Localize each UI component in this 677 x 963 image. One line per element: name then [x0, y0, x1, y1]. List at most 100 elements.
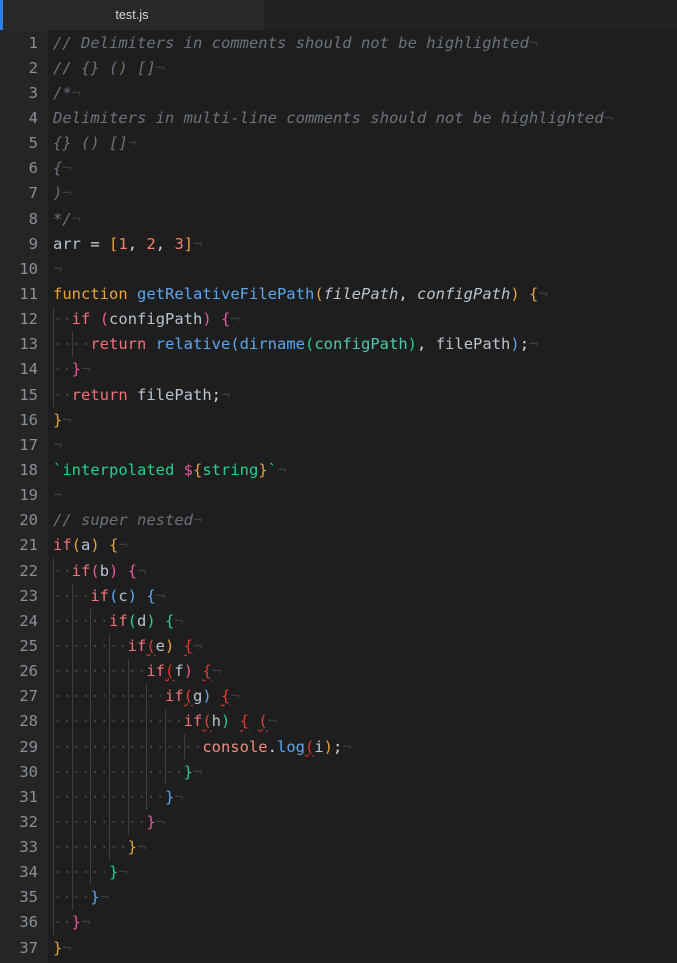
code-text: ··············}¬ [53, 762, 203, 781]
code-line[interactable]: 18 `interpolated ${string}`¬ [0, 457, 677, 482]
code-text: ··············if(h) { (¬ [53, 712, 278, 731]
code-line[interactable]: 4 Delimiters in multi-line comments shoul… [0, 105, 677, 130]
code-line[interactable]: 31 ············}¬ [0, 784, 677, 809]
line-number: 25 [19, 636, 38, 655]
line-number: 15 [19, 385, 38, 404]
line-number: 12 [19, 310, 38, 329]
line-number: 16 [19, 410, 38, 429]
code-text: ················console.log(i);¬ [53, 737, 352, 756]
code-line[interactable]: 26 ··········if(f) {¬ [0, 659, 677, 684]
tab-label: test.js [115, 8, 149, 22]
tab-bar-empty-area [264, 0, 677, 30]
code-text: ··}¬ [53, 913, 91, 932]
code-line[interactable]: 13 ····return relative(dirname(configPath… [0, 332, 677, 357]
code-text: ¬ [53, 486, 63, 505]
line-number: 28 [19, 712, 38, 731]
line-number: 11 [19, 284, 38, 303]
line-number: 37 [19, 938, 38, 957]
code-text: ··}¬ [53, 360, 91, 379]
line-number: 36 [19, 913, 38, 932]
code-text: ············if(g) {¬ [53, 687, 240, 706]
code-text: // {} () []¬ [53, 58, 165, 77]
code-line[interactable]: 34 ······}¬ [0, 860, 677, 885]
code-line[interactable]: 21 if(a) {¬ [0, 533, 677, 558]
line-number: 22 [19, 561, 38, 580]
code-text: ······if(d) {¬ [53, 611, 184, 630]
code-line[interactable]: 6 {¬ [0, 156, 677, 181]
line-number: 4 [28, 108, 38, 127]
line-number: 13 [19, 335, 38, 354]
code-text: // Delimiters in comments should not be … [53, 33, 539, 52]
line-number: 18 [19, 460, 38, 479]
code-line[interactable]: 28 ··············if(h) { (¬ [0, 709, 677, 734]
line-number: 19 [19, 486, 38, 505]
code-line[interactable]: 16}¬ [0, 407, 677, 432]
code-line[interactable]: 9 arr = [1, 2, 3]¬ [0, 231, 677, 256]
line-number: 26 [19, 662, 38, 681]
line-number: 6 [28, 159, 38, 178]
line-number: 17 [19, 435, 38, 454]
code-text: ····return relative(dirname(configPath),… [53, 335, 539, 354]
code-text: /*¬ [53, 83, 82, 102]
code-line[interactable]: 29 ················console.log(i);¬ [0, 734, 677, 759]
line-number: 29 [19, 737, 38, 756]
line-number: 10 [19, 259, 38, 278]
line-number: 21 [19, 536, 38, 555]
line-number: 2 [28, 58, 38, 77]
code-line[interactable]: 32 ··········}¬ [0, 809, 677, 834]
code-text: {¬ [53, 159, 72, 178]
code-text: ······}¬ [53, 863, 128, 882]
code-text: ··if(b) {¬ [53, 561, 147, 580]
code-line[interactable]: 7 )¬ [0, 181, 677, 206]
code-text: `interpolated ${string}`¬ [53, 460, 287, 479]
line-number: 33 [19, 838, 38, 857]
line-number: 27 [19, 687, 38, 706]
code-text: ¬ [53, 259, 63, 278]
code-line[interactable]: 24 ······if(d) {¬ [0, 608, 677, 633]
line-number: 3 [28, 83, 38, 102]
code-line[interactable]: 37 }¬ [0, 935, 677, 960]
code-text: if(a) {¬ [53, 536, 128, 555]
code-line[interactable]: 22 ··if(b) {¬ [0, 558, 677, 583]
line-number: 24 [19, 611, 38, 630]
code-line[interactable]: 20 // super nested¬ [0, 508, 677, 533]
line-number: 7 [28, 184, 38, 203]
code-text: function getRelativeFilePath(filePath, c… [53, 284, 548, 303]
code-line[interactable]: 12 ··if (configPath) {¬ [0, 307, 677, 332]
code-line[interactable]: 23 ····if(c) {¬ [0, 583, 677, 608]
code-text: {} () []¬ [53, 134, 137, 153]
code-line[interactable]: 8 */¬ [0, 206, 677, 231]
line-number: 14 [19, 360, 38, 379]
line-number: 34 [19, 863, 38, 882]
code-line[interactable]: 36 ··}¬ [0, 910, 677, 935]
code-line[interactable]: 27 ············if(g) {¬ [0, 684, 677, 709]
code-line[interactable]: 30 ··············}¬ [0, 759, 677, 784]
code-line[interactable]: 33 ········}¬ [0, 835, 677, 860]
tab-test-js[interactable]: test.js [0, 0, 264, 30]
code-text: }¬ [53, 938, 72, 957]
code-line[interactable]: 25 ········if(e) {¬ [0, 633, 677, 658]
code-text: )¬ [53, 184, 72, 203]
tab-bar: test.js [0, 0, 677, 30]
code-line[interactable]: 5 {} () []¬ [0, 131, 677, 156]
code-line[interactable]: 35 ····}¬ [0, 885, 677, 910]
code-line[interactable]: 10 ¬ [0, 256, 677, 281]
code-line[interactable]: 1 // Delimiters in comments should not be… [0, 30, 677, 55]
line-number: 1 [28, 33, 38, 52]
code-text: ¬ [53, 435, 63, 454]
code-line[interactable]: 2 // {} () []¬ [0, 55, 677, 80]
line-number: 31 [19, 787, 38, 806]
code-text: ····}¬ [53, 888, 110, 907]
code-line[interactable]: 14 ··}¬ [0, 357, 677, 382]
code-text: */¬ [53, 209, 82, 228]
code-text: ··········}¬ [53, 812, 166, 831]
code-text: // super nested¬ [53, 511, 203, 530]
code-line[interactable]: 17 ¬ [0, 432, 677, 457]
code-line[interactable]: 11 function getRelativeFilePath(filePath,… [0, 281, 677, 306]
code-text: ··········if(f) {¬ [53, 662, 222, 681]
code-line[interactable]: 3 /*¬ [0, 80, 677, 105]
code-editor[interactable]: 1 // Delimiters in comments should not be… [0, 30, 677, 963]
code-line[interactable]: 15 ··return filePath;¬ [0, 382, 677, 407]
code-text: Delimiters in multi-line comments should… [53, 108, 613, 127]
code-line[interactable]: 19 ¬ [0, 483, 677, 508]
